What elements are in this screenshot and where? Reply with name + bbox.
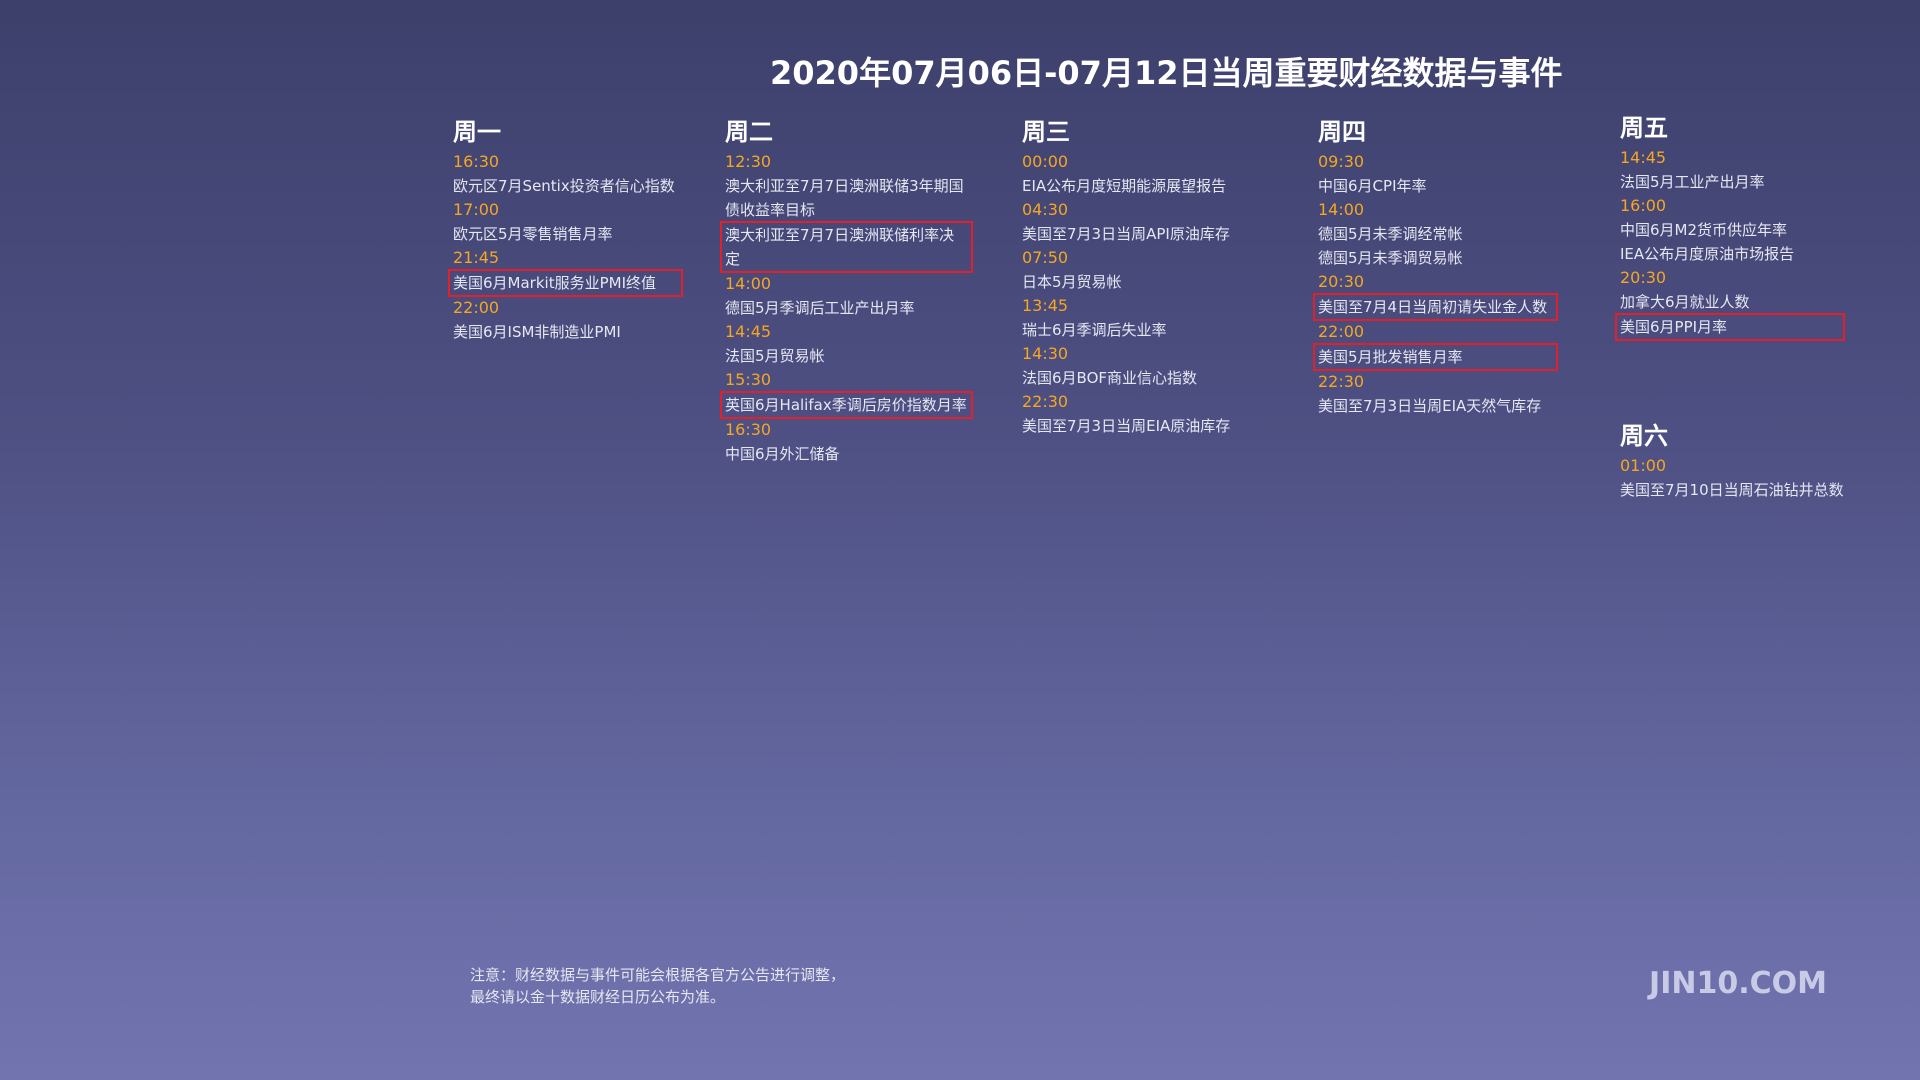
day-column-tue: 周二 12:30 澳大利亚至7月7日澳洲联储3年期国债收益率目标 澳大利亚至7月7日澳… [720, 116, 973, 466]
day-column-thu: 周四 09:30 中国6月CPI年率 14:00 德国5月未季调经常帐 德国5月未季调贸易… [1313, 116, 1558, 418]
event-name: 美国至7月3日当周EIA天然气库存 [1318, 397, 1542, 415]
highlighted-event: 英国6月Halifax季调后房价指数月率 [720, 391, 973, 419]
event-time: 20:30 [1620, 268, 1667, 287]
event-time: 04:30 [1022, 200, 1069, 219]
calendar-item: 20:30 美国至7月4日当周初请失业金人数 [1313, 270, 1558, 321]
event-name: 日本5月贸易帐 [1022, 273, 1122, 291]
event-name: 瑞士6月季调后失业率 [1022, 321, 1167, 339]
highlighted-event: 美国5月批发销售月率 [1313, 343, 1558, 371]
day-column-sat: 周六 01:00 美国至7月10日当周石油钻井总数 [1620, 420, 1845, 502]
event-name: 中国6月CPI年率 [1318, 177, 1427, 195]
calendar-item: 16:30 欧元区7月Sentix投资者信心指数 [453, 150, 683, 198]
calendar-item: 13:45 瑞士6月季调后失业率 [1022, 294, 1262, 342]
event-time: 15:30 [725, 370, 772, 389]
event-name: 法国6月BOF商业信心指数 [1022, 369, 1198, 387]
day-heading: 周一 [453, 118, 501, 146]
calendar-item: 14:00 德国5月未季调经常帐 德国5月未季调贸易帐 [1318, 198, 1558, 270]
highlighted-event: 澳大利亚至7月7日澳洲联储利率决定 [720, 221, 973, 273]
calendar-item: 04:30 美国至7月3日当周API原油库存 [1022, 198, 1262, 246]
page-title: 2020年07月06日-07月12日当周重要财经数据与事件 [770, 54, 1563, 92]
event-time: 16:30 [453, 152, 500, 171]
calendar-item: 17:00 欧元区5月零售销售月率 [453, 198, 683, 246]
calendar-item: 22:00 美国5月批发销售月率 [1313, 320, 1558, 371]
calendar-item: 14:45 法国5月贸易帐 [725, 320, 973, 368]
event-name: 法国5月贸易帐 [725, 347, 825, 365]
disclaimer-line-1: 注意：财经数据与事件可能会根据各官方公告进行调整， [470, 966, 846, 984]
event-time: 14:00 [1318, 200, 1365, 219]
calendar-item: 01:00 美国至7月10日当周石油钻井总数 [1620, 454, 1845, 502]
event-time: 00:00 [1022, 152, 1069, 171]
event-time: 14:30 [1022, 344, 1069, 363]
event-time: 17:00 [453, 200, 500, 219]
calendar-item: 20:30 加拿大6月就业人数美国6月PPI月率 [1615, 266, 1845, 341]
event-name: 法国5月工业产出月率 [1620, 173, 1765, 191]
event-name: 美国6月ISM非制造业PMI [453, 323, 621, 341]
event-time: 22:30 [1022, 392, 1069, 411]
event-name: 澳大利亚至7月7日澳洲联储3年期国债收益率目标 [725, 177, 964, 219]
event-name: 中国6月外汇储备 [725, 445, 840, 463]
event-time: 22:00 [453, 298, 500, 317]
day-heading: 周六 [1620, 422, 1668, 450]
day-heading: 周五 [1620, 114, 1668, 142]
highlighted-event: 美国6月Markit服务业PMI终值 [448, 269, 683, 297]
event-name: 欧元区7月Sentix投资者信心指数 [453, 177, 675, 195]
day-heading: 周三 [1022, 118, 1070, 146]
disclaimer-line-2: 最终请以金十数据财经日历公布为准。 [470, 988, 726, 1006]
event-time: 14:45 [725, 322, 772, 341]
event-time: 21:45 [453, 248, 500, 267]
event-name: EIA公布月度短期能源展望报告 [1022, 177, 1227, 195]
calendar-item: 00:00 EIA公布月度短期能源展望报告 [1022, 150, 1262, 198]
event-time: 01:00 [1620, 456, 1667, 475]
event-time: 22:00 [1318, 322, 1365, 341]
event-time: 20:30 [1318, 272, 1365, 291]
event-name: 德国5月未季调经常帐 [1318, 225, 1463, 243]
calendar-item: 16:30 中国6月外汇储备 [725, 418, 973, 466]
event-time: 12:30 [725, 152, 772, 171]
event-time: 13:45 [1022, 296, 1069, 315]
event-time: 14:45 [1620, 148, 1667, 167]
event-name: 欧元区5月零售销售月率 [453, 225, 613, 243]
calendar-item: 22:30 美国至7月3日当周EIA天然气库存 [1318, 370, 1558, 418]
event-name: 美国至7月3日当周API原油库存 [1022, 225, 1230, 243]
calendar-item: 12:30 澳大利亚至7月7日澳洲联储3年期国债收益率目标 澳大利亚至7月7日澳洲联… [720, 150, 973, 273]
day-column-wed: 周三 00:00 EIA公布月度短期能源展望报告 04:30 美国至7月3日当周API原… [1022, 116, 1262, 438]
event-name: IEA公布月度原油市场报告 [1620, 245, 1795, 263]
calendar-item: 16:00 中国6月M2货币供应年率 IEA公布月度原油市场报告 [1620, 194, 1845, 266]
disclaimer-note: 注意：财经数据与事件可能会根据各官方公告进行调整， 最终请以金十数据财经日历公布… [470, 964, 845, 1008]
event-name: 美国至7月3日当周EIA原油库存 [1022, 417, 1231, 435]
day-column-fri: 周五 14:45 法国5月工业产出月率 16:00 中国6月M2货币供应年率 IEA公布月… [1615, 112, 1845, 341]
event-name: 中国6月M2货币供应年率 [1620, 221, 1788, 239]
event-time: 14:00 [725, 274, 772, 293]
event-name: 加拿大6月就业人数 [1620, 293, 1750, 311]
calendar-item: 07:50 日本5月贸易帐 [1022, 246, 1262, 294]
calendar-item: 22:00 美国6月ISM非制造业PMI [453, 296, 683, 344]
event-time: 16:00 [1620, 196, 1667, 215]
calendar-item: 09:30 中国6月CPI年率 [1318, 150, 1558, 198]
event-name: 德国5月季调后工业产出月率 [725, 299, 915, 317]
highlighted-event: 美国至7月4日当周初请失业金人数 [1313, 293, 1558, 321]
calendar-item: 21:45 美国6月Markit服务业PMI终值 [448, 246, 683, 297]
brand-logo: JIN10.COM [1649, 966, 1827, 1001]
highlighted-event: 美国6月PPI月率 [1615, 313, 1845, 341]
calendar-item: 14:30 法国6月BOF商业信心指数 [1022, 342, 1262, 390]
event-time: 22:30 [1318, 372, 1365, 391]
calendar-item: 14:00 德国5月季调后工业产出月率 [725, 272, 973, 320]
event-time: 07:50 [1022, 248, 1069, 267]
calendar-item: 15:30 英国6月Halifax季调后房价指数月率 [720, 368, 973, 419]
event-name: 德国5月未季调贸易帐 [1318, 249, 1463, 267]
event-time: 16:30 [725, 420, 772, 439]
day-heading: 周二 [725, 118, 773, 146]
day-column-mon: 周一 16:30 欧元区7月Sentix投资者信心指数 17:00 欧元区5月零售销售月… [448, 116, 683, 344]
calendar-item: 14:45 法国5月工业产出月率 [1620, 146, 1845, 194]
calendar-item: 22:30 美国至7月3日当周EIA原油库存 [1022, 390, 1262, 438]
day-heading: 周四 [1318, 118, 1366, 146]
event-time: 09:30 [1318, 152, 1365, 171]
event-name: 美国至7月10日当周石油钻井总数 [1620, 481, 1844, 499]
